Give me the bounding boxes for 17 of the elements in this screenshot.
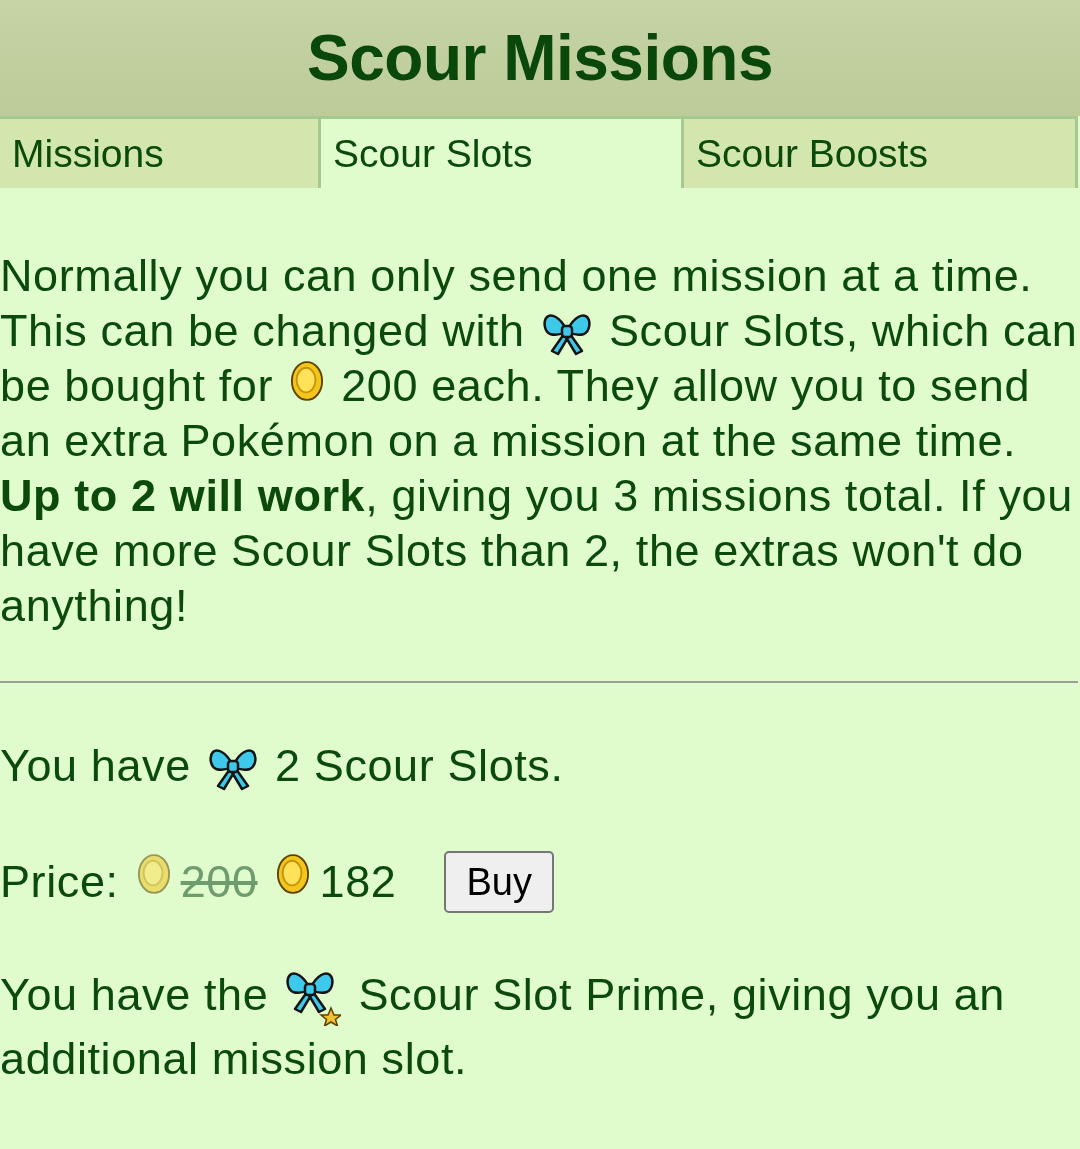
coin-icon xyxy=(290,360,325,403)
price-label: Price: xyxy=(0,856,119,908)
intro-paragraph: Normally you can only send one mission at a time. This can be changed with Scour Slots, which can be bought for 200 each. They allow you to send an extra Pokémon on a mission at the same time. Up to 2 will work, giving you 3 missions total. If you have more Scour Slots than 2, the extras won't do anything! xyxy=(0,249,1079,633)
old-price: 200 xyxy=(180,856,258,908)
page-title: Scour Missions xyxy=(307,21,773,95)
ribbon-icon xyxy=(207,747,258,792)
prime-text: You have the Scour Slot Prime, giving you an additional mission slot. xyxy=(0,968,1006,1086)
tab[interactable]: Scour Boosts xyxy=(681,116,1078,188)
coin-icon xyxy=(136,853,171,895)
coin-icon xyxy=(275,853,310,895)
ribbon-star-icon xyxy=(285,970,342,1027)
tab[interactable]: Scour Slots xyxy=(318,116,681,188)
ribbon-icon xyxy=(541,312,592,357)
owned-slots-text: You have 2 Scour Slots. xyxy=(0,739,565,793)
price-value: 182 xyxy=(319,856,397,908)
tab[interactable]: Missions xyxy=(0,116,318,188)
buy-button[interactable]: Buy xyxy=(444,851,554,913)
